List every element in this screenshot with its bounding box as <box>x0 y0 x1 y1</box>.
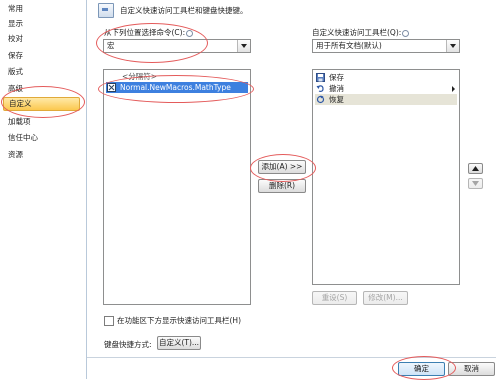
show-below-ribbon-checkbox[interactable] <box>104 316 114 326</box>
nav-item-advanced[interactable]: 高级 <box>8 83 23 95</box>
toolbar-item-label: 恢复 <box>329 95 344 104</box>
page-title: 自定义快速访问工具栏和键盘快捷键。 <box>120 6 248 15</box>
info-icon <box>186 29 194 37</box>
customize-toolbar-label: 自定义快速访问工具栏(Q): <box>312 27 410 38</box>
toolbar-icon <box>98 3 114 18</box>
command-label: Normal.NewMacros.MathType <box>120 83 231 92</box>
move-up-button[interactable] <box>468 163 483 174</box>
available-commands-list[interactable]: <分隔符> Normal.NewMacros.MathType <box>103 69 251 305</box>
command-item-mathtype[interactable]: Normal.NewMacros.MathType <box>106 82 248 93</box>
toolbar-commands-list[interactable]: 保存 撤消 恢复 <box>312 69 460 285</box>
nav-item-layout[interactable]: 版式 <box>8 66 23 78</box>
toolbar-item-redo[interactable]: 恢复 <box>315 94 457 105</box>
cancel-button[interactable]: 取消 <box>448 362 495 376</box>
nav-item-display[interactable]: 显示 <box>8 18 23 30</box>
add-button[interactable]: 添加(A) >> <box>258 160 306 174</box>
nav-item-customize[interactable]: 自定义 <box>3 97 80 111</box>
macro-icon <box>107 83 116 92</box>
info-icon <box>402 29 410 37</box>
choose-commands-dropdown[interactable]: 宏 <box>103 39 251 53</box>
ok-button[interactable]: 确定 <box>398 362 445 376</box>
chevron-down-icon[interactable] <box>446 40 459 52</box>
undo-icon <box>316 84 325 93</box>
nav-item-trust-center[interactable]: 信任中心 <box>8 132 38 144</box>
nav-item-resources[interactable]: 资源 <box>8 149 23 161</box>
toolbar-item-undo[interactable]: 撤消 <box>315 83 457 94</box>
toolbar-scope-value: 用于所有文档(默认) <box>316 41 382 50</box>
toolbar-scope-dropdown[interactable]: 用于所有文档(默认) <box>312 39 460 53</box>
keyboard-shortcuts-label: 键盘快捷方式: <box>104 340 152 349</box>
chevron-down-icon[interactable] <box>237 40 250 52</box>
show-below-ribbon-label: 在功能区下方显示快速访问工具栏(H) <box>117 316 241 325</box>
toolbar-item-label: 保存 <box>329 73 344 82</box>
reset-button[interactable]: 重设(S) <box>312 291 357 305</box>
options-nav: 常用 显示 校对 保存 版式 高级 自定义 加载项 信任中心 资源 <box>0 0 87 379</box>
redo-icon <box>316 95 325 104</box>
footer-divider <box>87 357 496 358</box>
toolbar-item-save[interactable]: 保存 <box>315 72 457 83</box>
nav-item-addins[interactable]: 加载项 <box>8 116 31 128</box>
nav-item-save[interactable]: 保存 <box>8 50 23 62</box>
toolbar-item-label: 撤消 <box>329 84 344 93</box>
arrow-up-icon <box>472 166 479 171</box>
arrow-down-icon <box>472 181 479 186</box>
separator-item[interactable]: <分隔符> <box>122 71 157 82</box>
choose-commands-label: 从下列位置选择命令(C): <box>104 27 194 38</box>
remove-button[interactable]: 删除(R) <box>258 179 306 193</box>
nav-item-proofing[interactable]: 校对 <box>8 33 23 45</box>
choose-commands-value: 宏 <box>107 41 115 50</box>
modify-button[interactable]: 修改(M)... <box>363 291 408 305</box>
move-down-button[interactable] <box>468 178 483 189</box>
customize-shortcuts-button[interactable]: 自定义(T)... <box>157 336 201 350</box>
chevron-right-icon <box>452 86 455 92</box>
save-icon <box>316 73 325 82</box>
nav-item-general[interactable]: 常用 <box>8 3 23 15</box>
